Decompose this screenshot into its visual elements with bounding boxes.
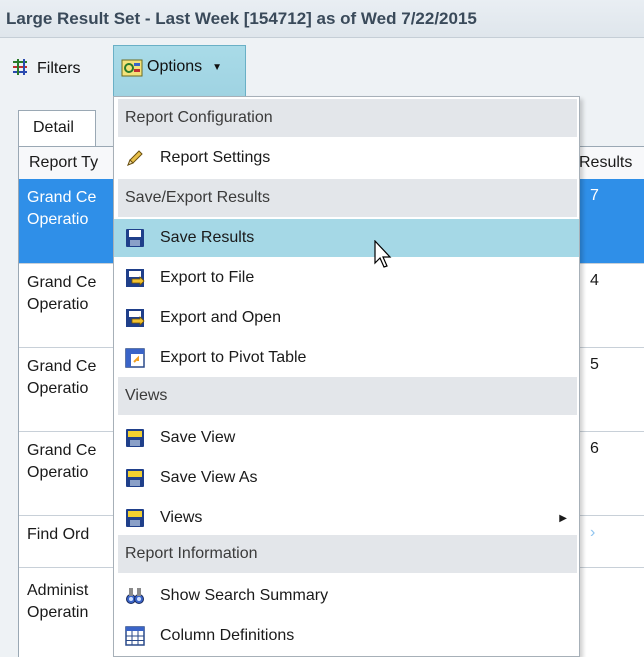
row-report-cell: Administ Operatin	[27, 580, 88, 624]
chevron-down-icon: ▼	[212, 62, 223, 73]
menu-item-label: Save Results	[160, 229, 255, 246]
column-header-results[interactable]: Results	[579, 154, 632, 172]
mouse-cursor-icon	[374, 239, 394, 275]
row-line-1: Grand Ce	[27, 358, 97, 375]
menu-item-column-definitions[interactable]: Column Definitions	[114, 617, 579, 655]
menu-item-save-results[interactable]: Save Results	[114, 219, 579, 257]
menu-item-label: Export to Pivot Table	[160, 349, 307, 366]
menu-item-label: Export to File	[160, 269, 255, 286]
column-header-report-type[interactable]: Report Ty	[29, 154, 98, 172]
section-label: Report Configuration	[125, 109, 273, 126]
row-line-2: Operatio	[27, 211, 89, 228]
tab-detail[interactable]: Detail	[18, 110, 96, 146]
row-line-2: Operatio	[27, 296, 89, 313]
menu-item-label: Column Definitions	[160, 627, 295, 644]
section-label: Save/Export Results	[125, 189, 270, 206]
export-icon	[124, 307, 146, 329]
menu-item-report-settings[interactable]: Report Settings	[114, 139, 579, 177]
section-label: Views	[125, 387, 168, 404]
menu-item-save-view-as[interactable]: Save View As	[114, 459, 579, 497]
save-view-icon	[124, 507, 146, 529]
row-results-cell: 4	[590, 272, 599, 289]
window-title: Large Result Set - Last Week [154712] as…	[0, 0, 644, 38]
menu-item-label: Views	[160, 509, 203, 526]
menu-item-views[interactable]: Views ▶	[114, 499, 579, 537]
row-line-1: Grand Ce	[27, 189, 97, 206]
filters-icon	[12, 58, 32, 81]
toolbar: Filters Options ▼	[0, 38, 644, 96]
menu-item-label: Export and Open	[160, 309, 281, 326]
menu-section-report-configuration: Report Configuration	[118, 99, 577, 137]
menu-section-report-information: Report Information	[118, 535, 577, 573]
menu-item-label: Report Settings	[160, 149, 271, 166]
menu-section-views: Views	[118, 377, 577, 415]
row-results-cell: 7	[590, 187, 599, 204]
menu-item-label: Show Search Summary	[160, 587, 329, 604]
row-report-cell: Grand Ce Operatio	[27, 356, 96, 400]
row-line-1: Grand Ce	[27, 274, 97, 291]
export-icon	[124, 267, 146, 289]
options-label: Options	[147, 58, 203, 75]
table-icon	[124, 625, 146, 647]
menu-item-label: Save View As	[160, 469, 258, 486]
menu-section-save-export-results: Save/Export Results	[118, 179, 577, 217]
filters-button[interactable]: Filters	[12, 56, 81, 82]
row-report-cell: Find Ord	[27, 526, 90, 543]
row-results-cell: ›	[590, 524, 596, 541]
row-line-2: Operatin	[27, 604, 89, 621]
save-view-icon	[124, 467, 146, 489]
menu-item-save-view[interactable]: Save View	[114, 419, 579, 457]
options-button[interactable]: Options ▼	[113, 45, 246, 96]
row-line-2: Operatio	[27, 380, 89, 397]
section-label: Report Information	[125, 545, 258, 562]
menu-item-export-and-open[interactable]: Export and Open	[114, 299, 579, 337]
menu-item-export-to-file[interactable]: Export to File	[114, 259, 579, 297]
row-line-1: Grand Ce	[27, 442, 97, 459]
menu-item-label: Save View	[160, 429, 236, 446]
row-report-cell: Grand Ce Operatio	[27, 440, 96, 484]
filters-label: Filters	[37, 60, 81, 77]
row-results-cell: 6	[590, 440, 599, 457]
row-report-cell: Grand Ce Operatio	[27, 272, 96, 316]
row-line-1: Administ	[27, 582, 89, 599]
pencil-icon	[124, 147, 146, 169]
save-view-icon	[124, 427, 146, 449]
floppy-disk-icon	[124, 227, 146, 249]
binoculars-icon	[124, 585, 146, 607]
chevron-right-icon: ▶	[559, 513, 567, 524]
row-results-cell: 5	[590, 356, 599, 373]
pivot-table-icon	[124, 347, 146, 369]
options-icon	[121, 58, 143, 83]
menu-item-show-search-summary[interactable]: Show Search Summary	[114, 577, 579, 615]
options-menu: Report Configuration Report Settings Sav…	[113, 96, 580, 657]
row-report-cell: Grand Ce Operatio	[27, 187, 96, 231]
menu-item-export-to-pivot-table[interactable]: Export to Pivot Table	[114, 339, 579, 377]
row-line-2: Operatio	[27, 464, 89, 481]
